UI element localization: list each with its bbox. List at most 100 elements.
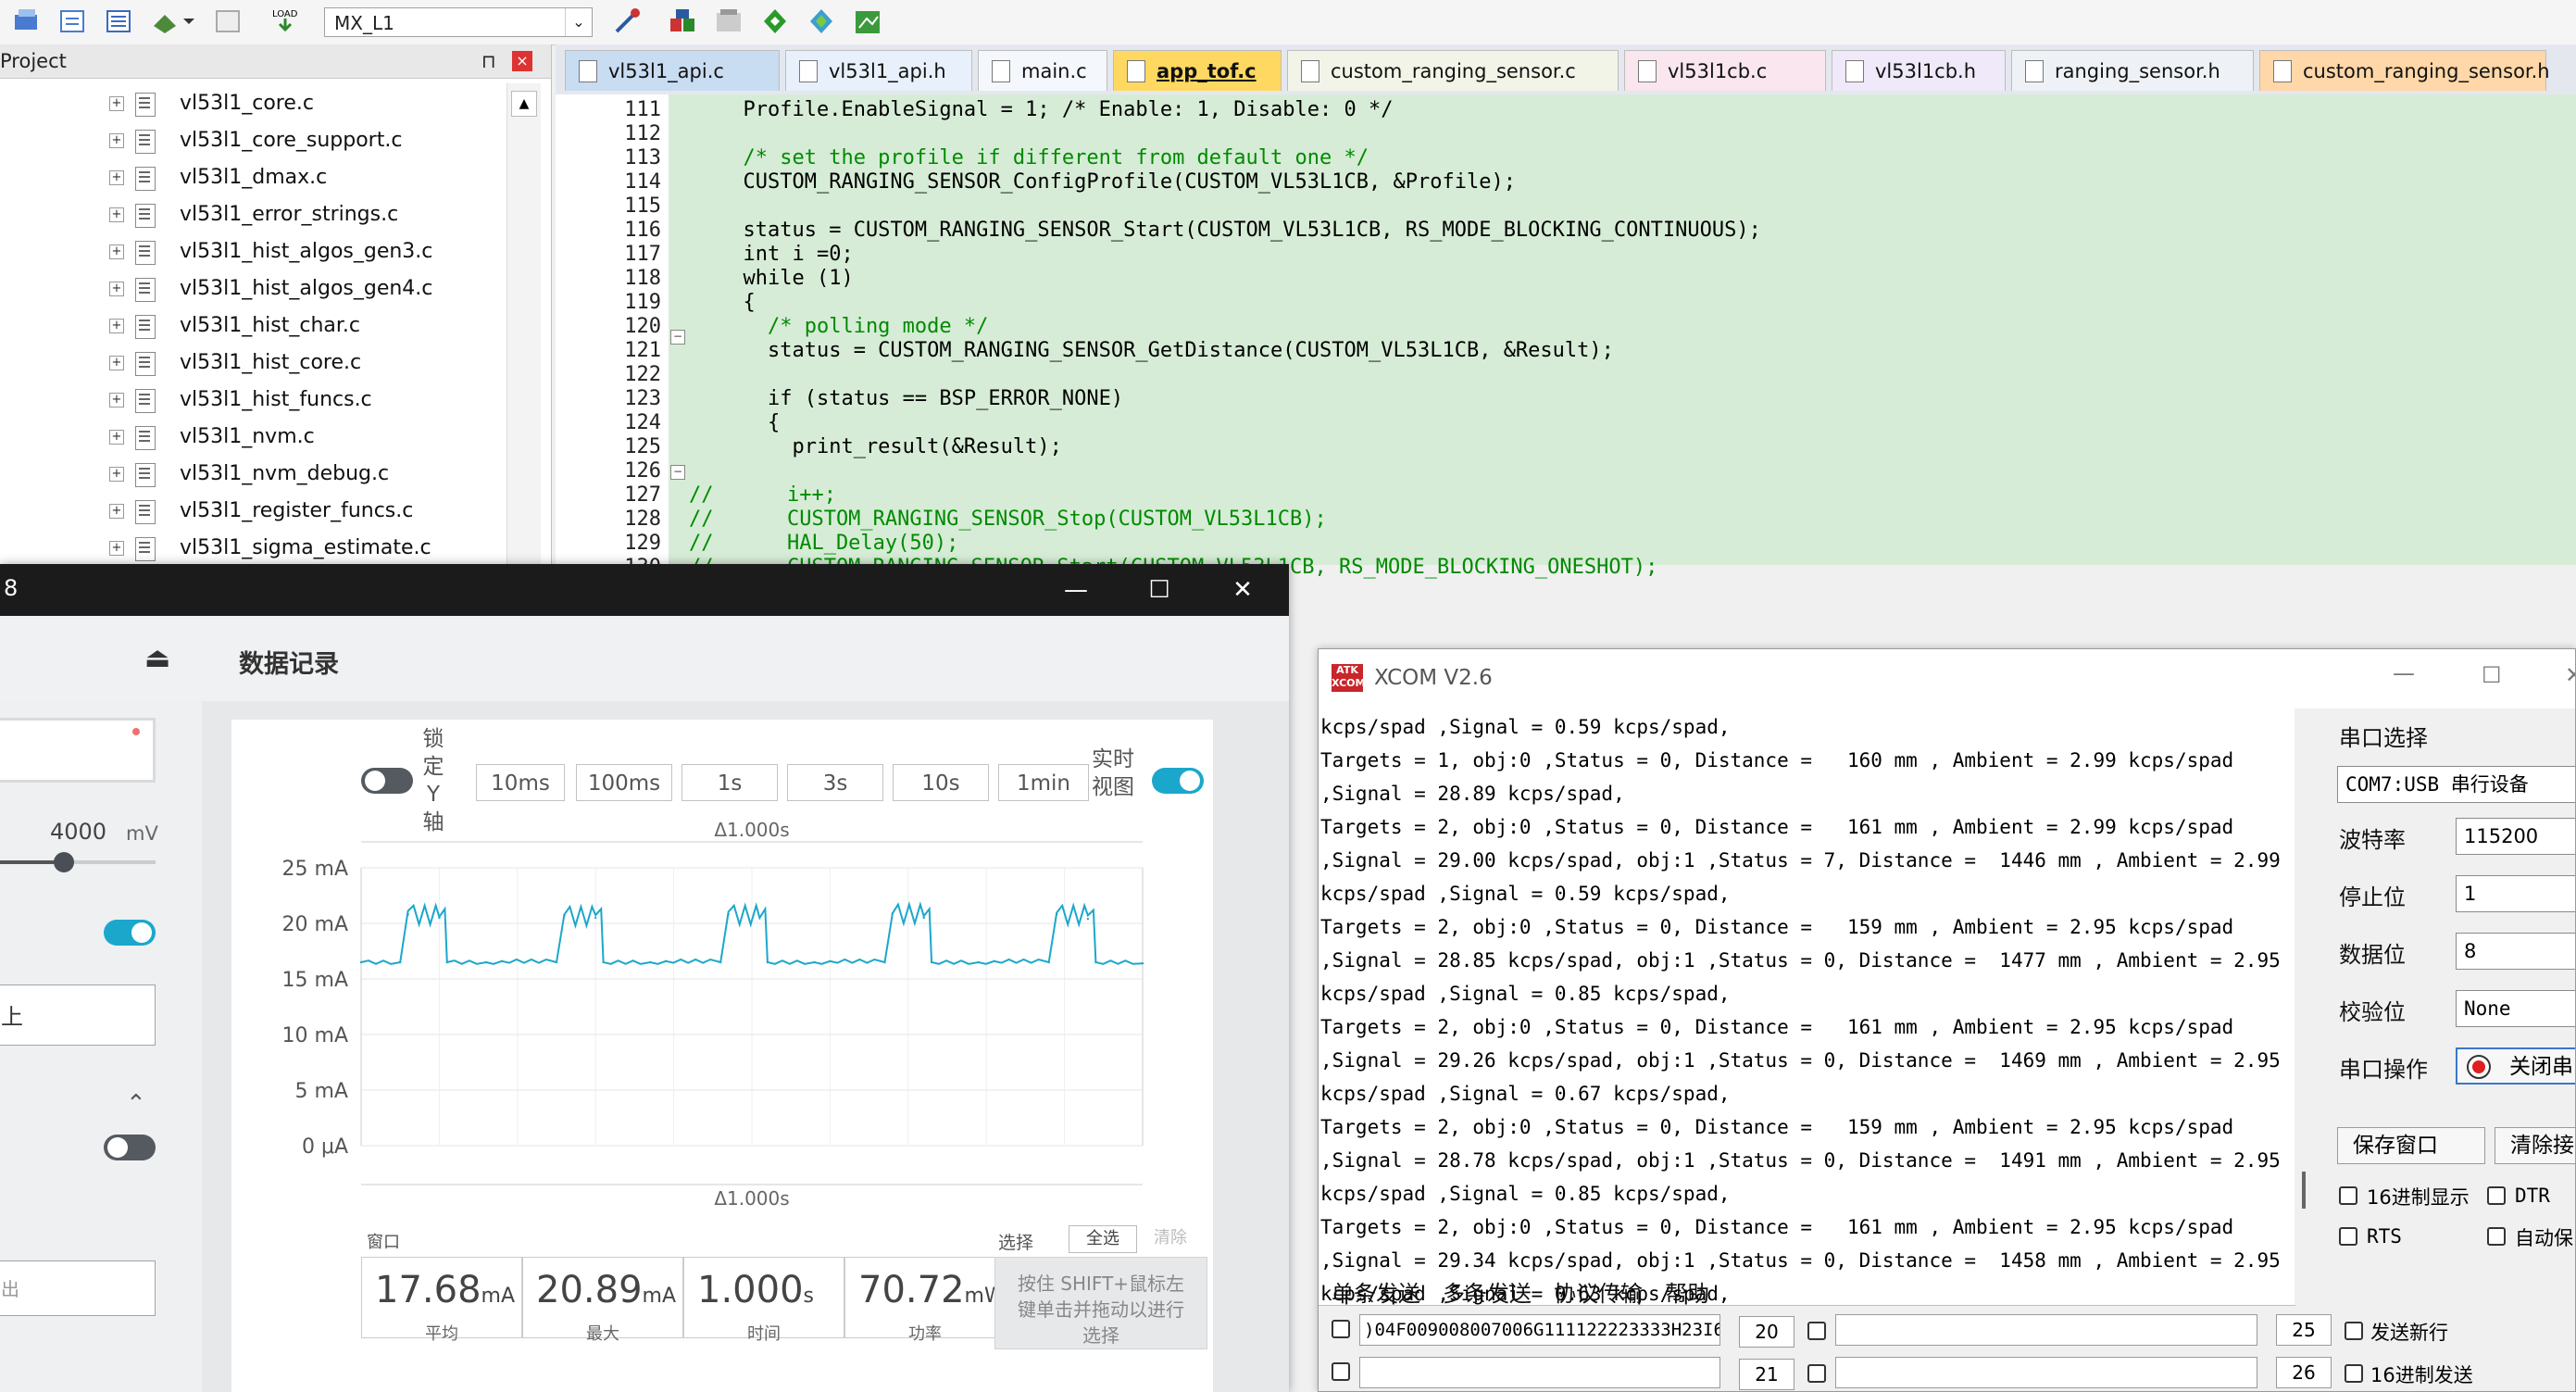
manage-rte-icon[interactable] (759, 6, 791, 37)
baud-select[interactable]: 115200 (2456, 818, 2575, 855)
rebuild-icon[interactable] (57, 6, 89, 37)
expand-icon[interactable]: + (109, 504, 124, 519)
scroll-up-icon[interactable]: ▲ (511, 91, 537, 117)
hex-display-checkbox[interactable] (2339, 1186, 2357, 1205)
lock-y-toggle[interactable] (361, 768, 413, 794)
chevron-up-icon[interactable]: ⌃ (126, 1090, 146, 1118)
log-scrollbar[interactable] (2295, 709, 2315, 1305)
tab-vl53l1-api-h[interactable]: vl53l1_api.h (785, 50, 972, 91)
code-editor[interactable]: 111 112 113 114 115 116 117 118 119 120 121 122 123 1… (556, 94, 2576, 579)
voltage-slider-handle[interactable] (54, 852, 74, 872)
clear-button[interactable]: 清除 (1143, 1225, 1198, 1251)
tab-ranging-sensor-h[interactable]: ranging_sensor.h (2011, 50, 2254, 91)
current-chart[interactable]: Δ1.000s 25 mA 20 mA 15 mA 10 mA 5 mA 0 μA Δ1.00… (231, 821, 1213, 1210)
hex-send-checkbox[interactable] (2345, 1364, 2363, 1383)
fold-icon[interactable]: − (670, 465, 685, 480)
send-tab[interactable]: 帮助 (1665, 1275, 1709, 1308)
send-row-input[interactable]: )04F009008007006G111122223333H23I6J4 (1359, 1314, 1720, 1346)
dtr-checkbox[interactable] (2487, 1186, 2506, 1205)
advanced-toggle[interactable] (104, 1135, 156, 1160)
fold-icon[interactable]: − (670, 330, 685, 345)
send-row-index[interactable]: 26 (2276, 1357, 2332, 1388)
send-tab[interactable]: 单条发送 (1332, 1275, 1420, 1308)
manage-project-items-icon[interactable] (667, 6, 698, 37)
target-select[interactable]: MX_L1 ⌄ (324, 7, 593, 37)
translate-icon[interactable] (150, 6, 196, 37)
build-icon[interactable] (11, 6, 43, 37)
expand-icon[interactable]: + (109, 393, 124, 408)
tab-vl53l1-api-c[interactable]: vl53l1_api.c (565, 50, 780, 91)
send-row-checkbox[interactable] (1807, 1322, 1826, 1340)
export-button[interactable]: 出 (0, 1260, 156, 1316)
pin-icon[interactable]: ⊓ (481, 44, 496, 78)
maximize-icon[interactable]: ☐ (1117, 564, 1202, 616)
clear-receive-button[interactable]: 清除接收 (2495, 1127, 2575, 1164)
send-row-index[interactable]: 21 (1739, 1359, 1794, 1390)
close-window-icon[interactable]: ✕ (1200, 564, 1285, 616)
time-button-1min[interactable]: 1min (998, 764, 1089, 801)
data-bits-select[interactable]: 8 (2456, 933, 2575, 970)
send-row-index[interactable]: 20 (1739, 1316, 1794, 1348)
send-row-input[interactable] (1835, 1314, 2257, 1346)
sample-input[interactable]: 上 (0, 984, 156, 1046)
expand-icon[interactable]: + (109, 430, 124, 445)
expand-icon[interactable]: + (109, 245, 124, 259)
pack-manager-icon[interactable] (852, 6, 883, 37)
receive-log[interactable]: kcps/spad ,Signal = 0.59 kcps/spad, Targe… (1319, 709, 2295, 1306)
send-row-checkbox[interactable] (1332, 1320, 1350, 1338)
send-newline-checkbox[interactable] (2345, 1322, 2363, 1340)
voltage-slider-track[interactable] (0, 852, 156, 872)
tab-vl53l1cb-c[interactable]: vl53l1cb.c (1624, 50, 1826, 91)
load-icon[interactable]: LOAD (270, 6, 302, 37)
tab-app-tof-c[interactable]: app_tof.c (1113, 50, 1282, 91)
tab-main-c[interactable]: main.c (978, 50, 1107, 91)
select-packs-icon[interactable] (713, 6, 744, 37)
realtime-toggle[interactable] (1152, 768, 1204, 794)
auto-save-checkbox[interactable] (2487, 1227, 2506, 1246)
send-row-checkbox[interactable] (1332, 1362, 1350, 1381)
send-row-input[interactable] (1835, 1357, 2257, 1388)
tab-custom-ranging-sensor-h[interactable]: custom_ranging_sensor.h (2259, 50, 2550, 91)
tab-vl53l1cb-h[interactable]: vl53l1cb.h (1832, 50, 2006, 91)
device-selector[interactable] (0, 718, 156, 783)
send-tab[interactable]: 协议传输 (1554, 1275, 1643, 1308)
expand-icon[interactable]: + (109, 133, 124, 148)
port-select[interactable]: COM7:USB 串行设备 (2337, 766, 2575, 803)
expand-icon[interactable]: + (109, 467, 124, 482)
scroll-thumb[interactable] (2302, 1172, 2306, 1209)
expand-icon[interactable]: + (109, 282, 124, 296)
close-window-icon[interactable]: ✕ (2565, 662, 2575, 688)
close-icon[interactable]: × (512, 51, 532, 71)
pack-installer-icon[interactable] (806, 6, 837, 37)
time-button-10ms[interactable]: 10ms (476, 764, 565, 801)
batch-build-icon[interactable] (104, 6, 135, 37)
send-row-index[interactable]: 25 (2276, 1314, 2332, 1346)
send-row-input[interactable] (1359, 1357, 1720, 1388)
eject-icon[interactable]: ⏏ (144, 642, 170, 674)
stop-build-icon[interactable] (213, 6, 244, 37)
time-button-3s[interactable]: 3s (787, 764, 883, 801)
expand-icon[interactable]: + (109, 170, 124, 185)
maximize-icon[interactable]: ☐ (2482, 662, 2502, 688)
close-port-button[interactable]: 关闭串 (2456, 1047, 2575, 1085)
send-row-checkbox[interactable] (1807, 1364, 1826, 1383)
power-toggle[interactable] (104, 920, 156, 946)
minimize-icon[interactable]: — (1033, 564, 1119, 616)
save-window-button[interactable]: 保存窗口 (2337, 1127, 2485, 1164)
options-for-target-icon[interactable] (611, 6, 643, 37)
time-button-100ms[interactable]: 100ms (576, 764, 672, 801)
send-tab[interactable]: 多条发送 (1443, 1275, 1532, 1308)
expand-icon[interactable]: + (109, 541, 124, 556)
chevron-down-icon[interactable]: ⌄ (565, 8, 592, 36)
minimize-icon[interactable]: — (2393, 660, 2415, 686)
expand-icon[interactable]: + (109, 319, 124, 333)
expand-icon[interactable]: + (109, 96, 124, 111)
parity-select[interactable]: None (2456, 990, 2575, 1027)
select-all-button[interactable]: 全选 (1069, 1225, 1137, 1253)
tree-scrollbar[interactable]: ▲ (506, 83, 541, 565)
time-button-10s[interactable]: 10s (893, 764, 989, 801)
expand-icon[interactable]: + (109, 207, 124, 222)
rts-checkbox[interactable] (2339, 1227, 2357, 1246)
time-button-1s[interactable]: 1s (682, 764, 778, 801)
expand-icon[interactable]: + (109, 356, 124, 370)
